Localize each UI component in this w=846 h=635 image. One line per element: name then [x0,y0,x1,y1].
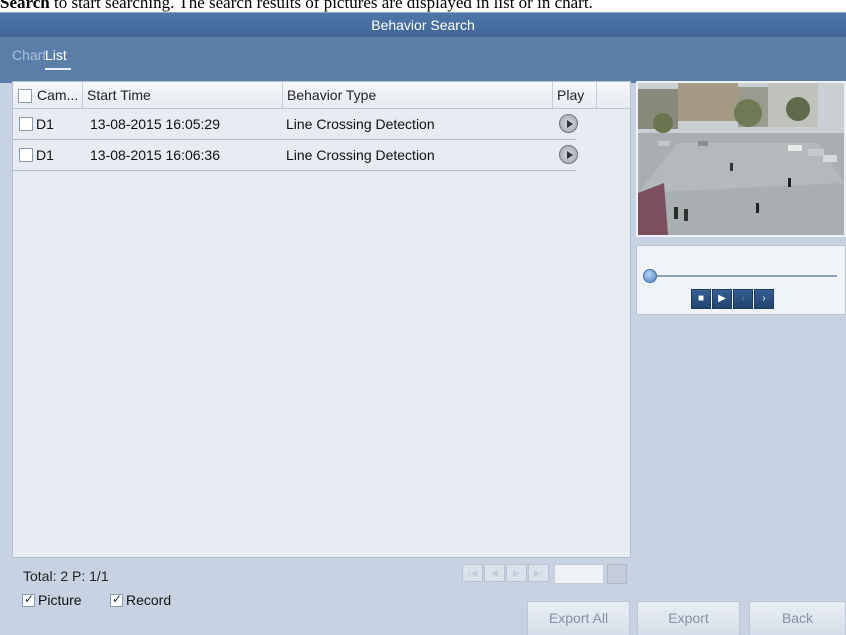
play-icon[interactable]: ▶ [712,289,732,309]
document-caption: Search to start searching. The search re… [0,0,846,12]
record-option[interactable]: Record [110,592,171,608]
stop-icon[interactable]: ■ [691,289,711,309]
camera-cell: D1 [36,116,54,132]
video-preview [636,81,846,237]
picture-option[interactable]: Picture [22,592,82,608]
results-list: Cam... Start Time Behavior Type Play D1 … [12,81,632,591]
column-header-start-time[interactable]: Start Time [83,82,283,108]
start-time-cell: 13-08-2015 16:06:36 [90,147,220,163]
behavior-type-cell: Line Crossing Detection [286,116,435,132]
back-button[interactable]: Back [749,601,846,635]
bottom-bar: Picture Record Export All Export Back [0,575,846,635]
behavior-search-window: Behavior Search Chart List Cam... Start … [0,12,846,635]
table-row[interactable]: D1 13-08-2015 16:05:29 Line Crossing Det… [13,109,578,140]
progress-track[interactable] [651,275,837,277]
camera-cell: D1 [36,147,54,163]
play-icon[interactable] [559,145,578,164]
record-checkbox[interactable] [110,592,123,607]
chevron-right-icon[interactable]: › [754,289,774,309]
playback-controls: ■ ▶ ‹ › [636,245,846,315]
start-time-cell: 13-08-2015 16:05:29 [90,116,220,132]
tab-bar: Chart List [0,37,846,83]
caption-text: to start searching. The search results o… [49,0,593,12]
tab-chart[interactable]: Chart [12,47,46,63]
record-label: Record [126,592,172,608]
table-row[interactable]: D1 13-08-2015 16:06:36 Line Crossing Det… [13,140,578,171]
row-checkbox[interactable] [19,117,33,131]
picture-checkbox[interactable] [22,592,35,607]
play-icon[interactable] [559,114,578,133]
street-scene-thumbnail [638,83,844,235]
list-header: Cam... Start Time Behavior Type Play [13,82,630,109]
row-checkbox[interactable] [19,148,33,162]
picture-label: Picture [38,592,82,608]
behavior-type-cell: Line Crossing Detection [286,147,435,163]
window-title: Behavior Search [0,13,846,37]
chevron-left-icon[interactable]: ‹ [733,289,753,309]
export-button[interactable]: Export [637,601,740,635]
caption-bold-text: Search [0,0,50,12]
export-all-button[interactable]: Export All [527,601,630,635]
column-header-behavior-type[interactable]: Behavior Type [283,82,553,108]
progress-slider-handle[interactable] [643,269,657,283]
select-all-checkbox[interactable] [18,89,32,103]
column-header-camera[interactable]: Cam... [33,82,83,108]
column-header-play[interactable]: Play [553,82,597,108]
tab-list[interactable]: List [45,47,71,70]
